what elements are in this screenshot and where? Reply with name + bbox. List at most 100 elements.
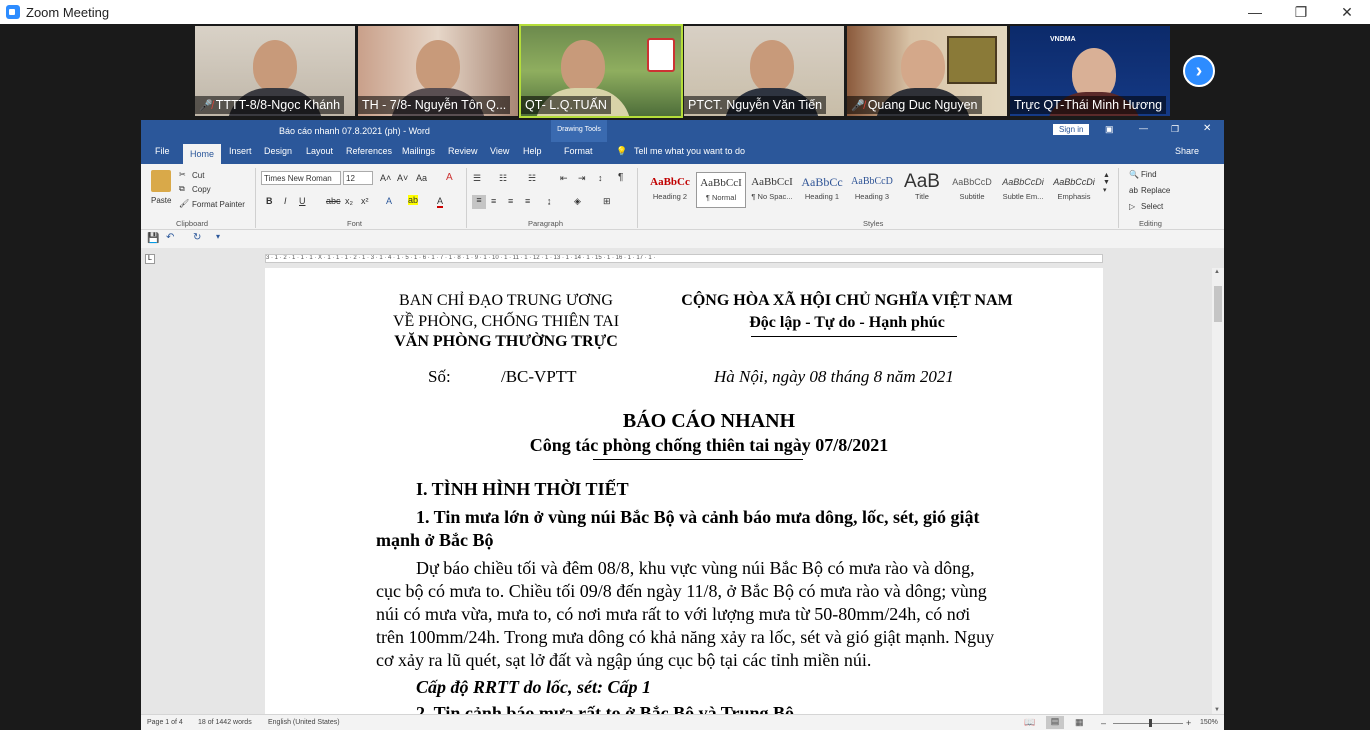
copy-icon[interactable]: ⧉ (179, 184, 185, 194)
tab-home[interactable]: Home (183, 144, 221, 164)
participant-tile[interactable]: TH - 7/8- Nguyễn Tôn Q... (358, 26, 518, 116)
word-minimize-button[interactable]: — (1139, 123, 1148, 133)
next-page-icon[interactable]: › (1183, 55, 1215, 87)
borders-icon[interactable]: ⊞ (603, 196, 611, 207)
shading-icon[interactable]: ◈ (574, 196, 581, 207)
tab-design[interactable]: Design (264, 146, 292, 156)
paste-button[interactable]: Paste (151, 196, 171, 205)
document-page[interactable]: BAN CHỈ ĐẠO TRUNG ƯƠNG VỀ PHÒNG, CHỐNG T… (265, 268, 1103, 714)
style-heading-2[interactable]: AaBbCc Heading 2 (645, 172, 695, 208)
restore-button[interactable]: ❐ (1278, 0, 1324, 24)
word-close-button[interactable]: ✕ (1203, 123, 1211, 134)
zoom-slider[interactable] (1113, 723, 1183, 724)
numbering-icon[interactable]: ☷ (499, 173, 507, 184)
style-heading-1[interactable]: AaBbCc Heading 1 (797, 172, 847, 208)
vertical-scrollbar[interactable]: ▲ ▼ (1212, 268, 1224, 714)
save-icon[interactable]: 💾 (147, 233, 159, 244)
close-button[interactable]: ✕ (1324, 0, 1370, 24)
word-count[interactable]: 18 of 1442 words (198, 719, 252, 726)
print-layout-icon[interactable]: ▤ (1046, 716, 1064, 729)
find-icon[interactable]: 🔍 (1129, 170, 1139, 179)
superscript-icon[interactable]: x² (361, 196, 369, 206)
tab-file[interactable]: File (155, 146, 170, 156)
bold-icon[interactable]: B (266, 196, 273, 206)
tab-mailings[interactable]: Mailings (402, 146, 435, 156)
sort-icon[interactable]: ↕ (598, 173, 603, 183)
styles-scroll-icon[interactable]: ▲ ▼ ▾ (1103, 172, 1110, 194)
horizontal-ruler[interactable]: 3 · 1 · 2 · 1 · 1 · 1 · X · 1 · 1 · 1 · … (265, 254, 1103, 263)
tab-selector-icon[interactable]: L (145, 254, 155, 264)
show-marks-icon[interactable]: ¶ (618, 172, 623, 183)
cut-icon[interactable]: ✂ (179, 170, 186, 179)
style-emphasis[interactable]: AaBbCcDi Emphasis (1049, 172, 1099, 208)
align-left-icon[interactable]: ≡ (472, 195, 486, 209)
font-size-select[interactable]: 12 (343, 171, 373, 185)
font-color-icon[interactable]: A (437, 196, 444, 208)
grow-font-icon[interactable]: A˄ (380, 173, 391, 183)
increase-indent-icon[interactable]: ⇥ (578, 173, 586, 184)
format-painter-icon[interactable]: 🖌 (179, 199, 189, 208)
participant-tile[interactable]: PTCT. Nguyễn Văn Tiến (684, 26, 844, 116)
replace-icon[interactable]: ab (1129, 186, 1138, 195)
tab-references[interactable]: References (346, 146, 392, 156)
customize-qat-icon[interactable]: ▾ (216, 232, 220, 241)
change-case-icon[interactable]: Aa (416, 173, 427, 183)
web-layout-icon[interactable]: ▦ (1075, 717, 1084, 728)
participant-tile-active[interactable]: QT- L.Q.TUẤN (519, 24, 683, 118)
tab-view[interactable]: View (490, 146, 509, 156)
scroll-up-icon[interactable]: ▲ (1214, 269, 1220, 275)
style-no-spacing[interactable]: AaBbCcI ¶ No Spac... (747, 172, 797, 208)
cut-button[interactable]: Cut (192, 171, 204, 180)
select-button[interactable]: Select (1141, 202, 1163, 211)
subscript-icon[interactable]: x₂ (345, 196, 353, 206)
format-painter-button[interactable]: Format Painter (192, 200, 245, 209)
multilevel-list-icon[interactable]: ☵ (528, 173, 536, 184)
bullets-icon[interactable]: ☰ (473, 173, 481, 184)
style-subtitle[interactable]: AaBbCcD Subtitle (947, 172, 997, 208)
page-count[interactable]: Page 1 of 4 (147, 719, 183, 726)
clear-formatting-icon[interactable]: A (446, 172, 453, 183)
ribbon-display-icon[interactable]: ▣ (1105, 124, 1114, 135)
style-title[interactable]: AaB Title (897, 172, 947, 208)
highlight-icon[interactable]: ab (408, 195, 419, 205)
tab-insert[interactable]: Insert (229, 146, 252, 156)
tab-format[interactable]: Format (564, 146, 593, 156)
style-heading-3[interactable]: AaBbCcD Heading 3 (847, 172, 897, 208)
paste-icon[interactable] (151, 170, 171, 192)
scroll-thumb[interactable] (1214, 286, 1222, 322)
select-icon[interactable]: ▷ (1129, 202, 1135, 211)
tab-layout[interactable]: Layout (306, 146, 333, 156)
participant-tile[interactable]: 🎤̸ TTTT-8/8-Ngọc Khánh (195, 26, 355, 116)
copy-button[interactable]: Copy (192, 185, 211, 194)
read-mode-icon[interactable]: 📖 (1024, 717, 1035, 728)
redo-icon[interactable]: ↻ (193, 232, 201, 243)
font-name-select[interactable]: Times New Roman (261, 171, 341, 185)
underline-icon[interactable]: U (299, 196, 306, 206)
replace-button[interactable]: Replace (1141, 186, 1170, 195)
justify-icon[interactable]: ≡ (525, 196, 530, 206)
tab-help[interactable]: Help (523, 146, 542, 156)
minimize-button[interactable]: — (1232, 0, 1278, 24)
italic-icon[interactable]: I (284, 196, 287, 206)
share-button[interactable]: Share (1175, 146, 1199, 156)
scroll-down-icon[interactable]: ▼ (1214, 707, 1220, 713)
decrease-indent-icon[interactable]: ⇤ (560, 173, 568, 184)
zoom-slider-thumb[interactable] (1149, 719, 1152, 727)
find-button[interactable]: Find (1141, 170, 1157, 179)
text-effects-icon[interactable]: A (386, 196, 392, 206)
line-spacing-icon[interactable]: ↨ (547, 196, 552, 206)
style-subtle-emphasis[interactable]: AaBbCcDi Subtle Em... (998, 172, 1048, 208)
participant-tile[interactable]: 🎤̸ Quang Duc Nguyen (847, 26, 1007, 116)
strikethrough-icon[interactable]: abc (326, 196, 341, 206)
tell-me-input[interactable]: Tell me what you want to do (634, 146, 745, 156)
align-right-icon[interactable]: ≡ (508, 196, 513, 206)
zoom-level[interactable]: 150% (1200, 719, 1218, 726)
align-center-icon[interactable]: ≡ (491, 196, 496, 206)
tab-review[interactable]: Review (448, 146, 478, 156)
word-restore-button[interactable]: ❐ (1171, 124, 1179, 135)
participant-tile[interactable]: VNDMA Trực QT-Thái Minh Hương (1010, 26, 1170, 116)
language[interactable]: English (United States) (268, 719, 340, 726)
shrink-font-icon[interactable]: A˅ (397, 173, 408, 183)
zoom-out-icon[interactable]: – (1101, 718, 1106, 728)
undo-icon[interactable]: ↶ (166, 232, 174, 243)
